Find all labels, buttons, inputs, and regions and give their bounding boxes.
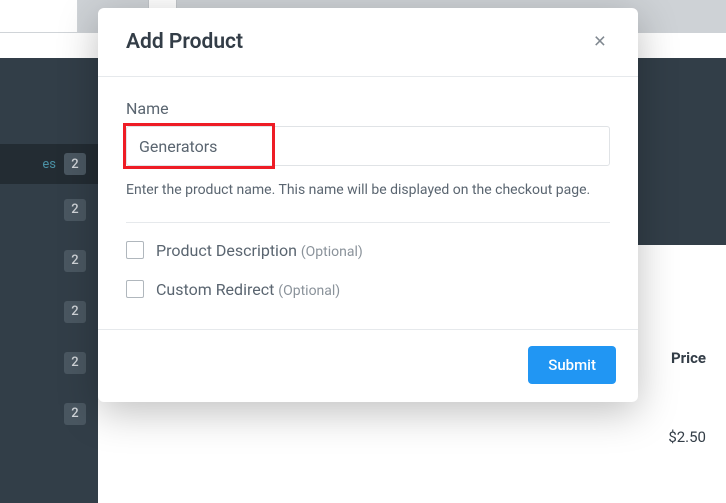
divider [126,222,610,223]
custom-redirect-label: Custom Redirect (Optional) [156,280,340,299]
product-description-option[interactable]: Product Description (Optional) [126,241,610,260]
custom-redirect-checkbox[interactable] [126,280,144,298]
submit-button[interactable]: Submit [528,346,616,384]
close-icon: × [594,30,606,53]
custom-redirect-option[interactable]: Custom Redirect (Optional) [126,280,610,299]
modal-body: Name Enter the product name. This name w… [98,77,638,329]
modal-footer: Submit [98,329,638,402]
add-product-modal: Add Product × Name Enter the product nam… [98,8,638,402]
product-description-checkbox[interactable] [126,241,144,259]
modal-overlay: Add Product × Name Enter the product nam… [0,0,726,503]
name-input-wrap [126,126,610,166]
modal-header: Add Product × [98,8,638,77]
name-help-text: Enter the product name. This name will b… [126,180,610,202]
product-description-label: Product Description (Optional) [156,241,363,260]
product-name-input[interactable] [126,126,610,166]
close-button[interactable]: × [590,30,610,54]
modal-title: Add Product [126,30,243,54]
name-label: Name [126,99,610,118]
